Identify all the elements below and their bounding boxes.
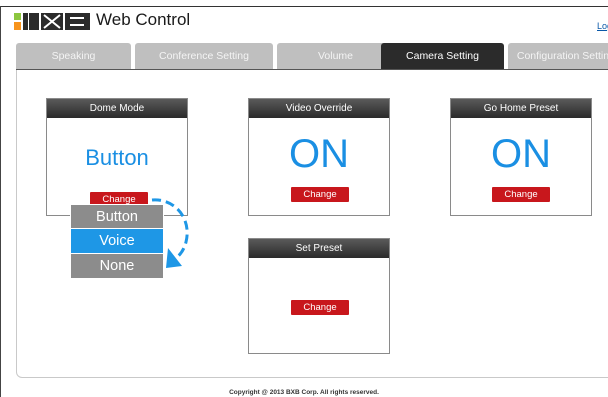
go-home-preset-title: Go Home Preset <box>451 99 591 118</box>
video-override-change-button[interactable]: Change <box>291 187 349 202</box>
cycle-arrow-icon <box>151 198 189 268</box>
dome-mode-value: Button <box>85 145 149 170</box>
copyright-text: Copyright @ 2013 BXB Corp. All rights re… <box>229 389 379 396</box>
go-home-preset-change-button[interactable]: Change <box>492 187 550 202</box>
window-top-border <box>0 6 608 7</box>
bxb-logo <box>14 13 90 30</box>
set-preset-card: Set Preset Change <box>248 238 390 354</box>
tab-volume[interactable]: Volume <box>277 43 394 69</box>
go-home-preset-card: Go Home Preset ON Change <box>450 98 592 216</box>
logout-link[interactable]: Log <box>597 21 608 31</box>
set-preset-title: Set Preset <box>249 239 389 258</box>
window-left-border <box>0 6 1 397</box>
tab-camera-setting[interactable]: Camera Setting <box>381 43 504 69</box>
app-title: Web Control <box>96 10 191 29</box>
tab-speaking[interactable]: Speaking <box>16 43 131 69</box>
dome-mode-title: Dome Mode <box>47 99 187 118</box>
go-home-preset-value: ON <box>491 132 551 176</box>
tab-conference-setting[interactable]: Conference Setting <box>135 43 273 69</box>
tab-configuration-setting[interactable]: Configuration Settin <box>508 43 608 69</box>
video-override-title: Video Override <box>249 99 389 118</box>
set-preset-change-button[interactable]: Change <box>291 300 349 315</box>
video-override-value: ON <box>289 132 349 176</box>
video-override-card: Video Override ON Change <box>248 98 390 216</box>
